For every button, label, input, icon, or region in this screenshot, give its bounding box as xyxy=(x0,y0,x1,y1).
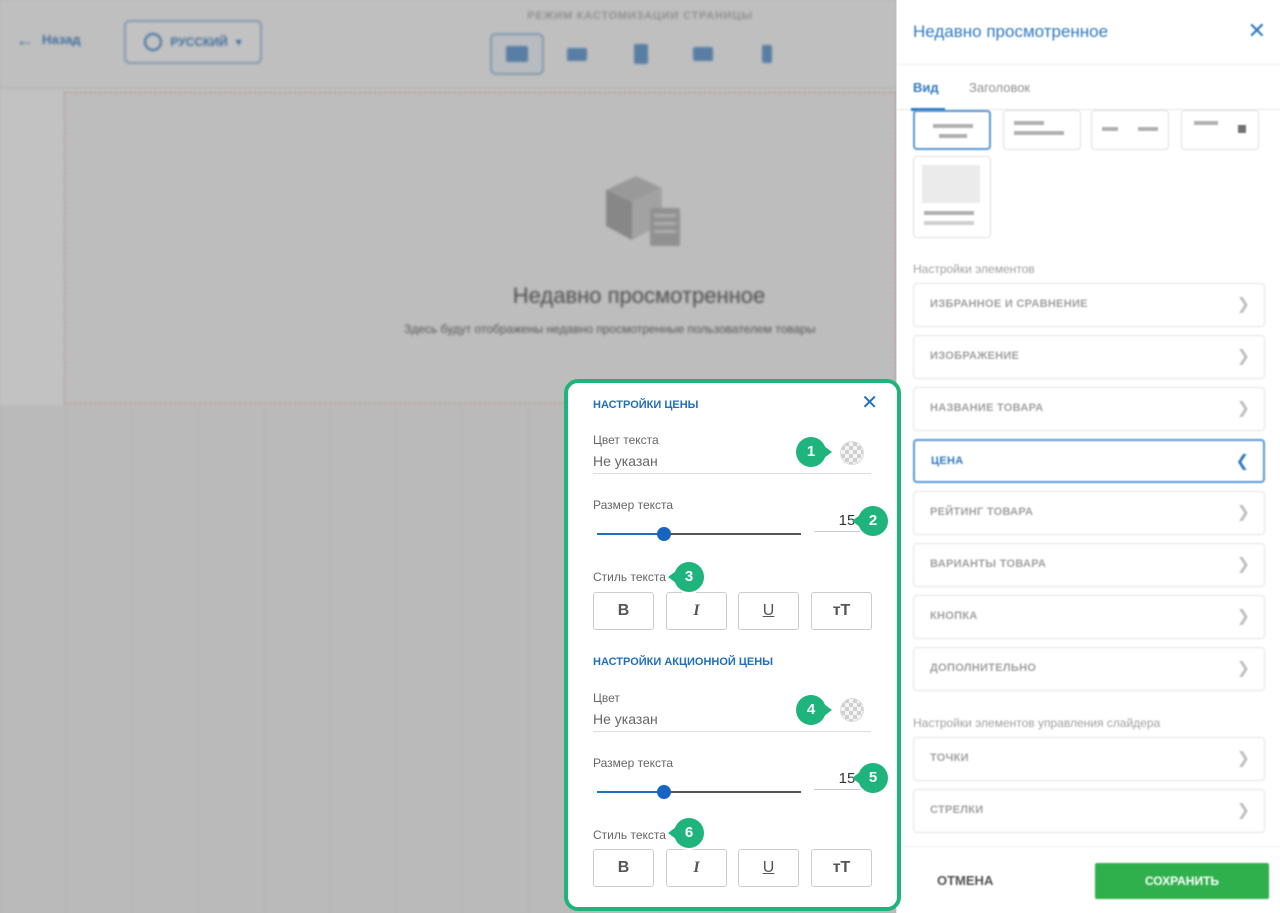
price-color-label: Цвет текста xyxy=(593,433,659,447)
promo-size-slider-handle[interactable] xyxy=(657,785,672,799)
price-color-swatch[interactable] xyxy=(840,441,864,465)
slider-fill xyxy=(597,791,665,793)
callout-number: 1 xyxy=(796,437,826,467)
field-underline xyxy=(593,731,871,732)
price-size-slider[interactable] xyxy=(597,527,801,541)
callout-number: 4 xyxy=(796,695,826,725)
price-text-case-button[interactable]: тT xyxy=(811,592,872,630)
callout-number: 3 xyxy=(674,562,704,592)
slider-fill xyxy=(597,533,665,535)
price-underline-button[interactable]: U xyxy=(738,592,799,630)
callout-2: 2 xyxy=(852,506,888,536)
callout-1: 1 xyxy=(796,437,832,467)
promo-italic-button[interactable]: I xyxy=(666,849,727,887)
callout-number: 2 xyxy=(858,506,888,536)
promo-size-slider[interactable] xyxy=(597,785,801,799)
close-icon[interactable]: ✕ xyxy=(861,393,878,413)
price-size-slider-handle[interactable] xyxy=(657,527,672,541)
price-settings-heading: НАСТРОЙКИ ЦЕНЫ xyxy=(593,399,699,411)
price-italic-button[interactable]: I xyxy=(666,592,727,630)
promo-text-case-button[interactable]: тT xyxy=(811,849,872,887)
promo-style-label: Стиль текста xyxy=(593,828,666,842)
promo-bold-button[interactable]: B xyxy=(593,849,654,887)
promo-color-swatch[interactable] xyxy=(840,698,864,722)
price-style-label: Стиль текста xyxy=(593,570,666,584)
promo-settings-heading: НАСТРОЙКИ АКЦИОННОЙ ЦЕНЫ xyxy=(593,656,773,668)
panel-overlay xyxy=(896,0,1280,913)
price-settings-popup: НАСТРОЙКИ ЦЕНЫ ✕ Цвет текста Не указан Р… xyxy=(578,386,888,906)
callout-4: 4 xyxy=(796,695,832,725)
callout-number: 6 xyxy=(674,818,704,848)
promo-color-input[interactable]: Не указан xyxy=(593,711,658,727)
callout-3: 3 xyxy=(668,562,704,592)
promo-size-label: Размер текста xyxy=(593,756,674,770)
promo-color-label: Цвет xyxy=(593,691,620,705)
field-underline xyxy=(593,473,871,474)
callout-5: 5 xyxy=(852,763,888,793)
promo-underline-button[interactable]: U xyxy=(738,849,799,887)
price-bold-button[interactable]: B xyxy=(593,592,654,630)
price-size-label: Размер текста xyxy=(593,498,674,512)
callout-6: 6 xyxy=(668,818,704,848)
price-color-input[interactable]: Не указан xyxy=(593,453,658,469)
callout-number: 5 xyxy=(858,763,888,793)
